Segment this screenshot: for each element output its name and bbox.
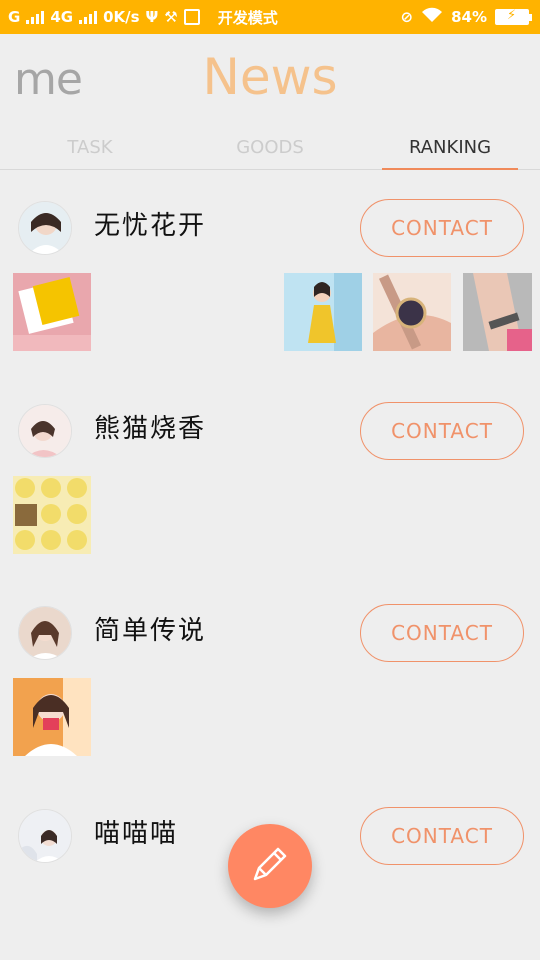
post-photo[interactable] bbox=[13, 273, 91, 351]
signal-icon bbox=[26, 10, 45, 24]
status-left: G 4G 0K/s Ψ ⚒ 开发模式 bbox=[8, 7, 278, 28]
debug-icon bbox=[183, 9, 200, 25]
tab-ranking[interactable]: RANKING bbox=[360, 126, 540, 170]
tab-goods[interactable]: GOODS bbox=[180, 126, 360, 169]
contact-button[interactable]: CONTACT bbox=[360, 402, 524, 460]
post-photo[interactable] bbox=[284, 273, 362, 351]
network-label: 4G bbox=[50, 8, 74, 26]
user-name: 无忧花开 bbox=[94, 211, 207, 241]
battery-icon bbox=[495, 8, 532, 25]
wifi-icon bbox=[421, 7, 443, 27]
contact-button[interactable]: CONTACT bbox=[360, 807, 524, 865]
user-name: 简单传说 bbox=[94, 616, 207, 646]
user-name: 熊猫烧香 bbox=[94, 414, 207, 444]
avatar[interactable] bbox=[18, 606, 72, 660]
user-name: 喵喵喵 bbox=[94, 819, 179, 849]
avatar[interactable] bbox=[18, 809, 72, 863]
avatar[interactable] bbox=[18, 404, 72, 458]
post-photo[interactable] bbox=[463, 273, 532, 351]
network-speed: 0K/s bbox=[103, 8, 140, 26]
signal-4g-icon bbox=[79, 10, 98, 24]
post-photo[interactable] bbox=[13, 678, 91, 756]
tools-icon: ⚒ bbox=[164, 8, 178, 26]
contact-button[interactable]: CONTACT bbox=[360, 199, 524, 257]
tab-task[interactable]: TASK bbox=[0, 126, 180, 169]
mute-icon: ⊘ bbox=[400, 8, 414, 26]
post-photo[interactable] bbox=[13, 476, 91, 554]
status-right: ⊘ 84% bbox=[401, 7, 532, 27]
carrier-label: G bbox=[8, 8, 21, 26]
avatar[interactable] bbox=[18, 201, 72, 255]
usb-icon: Ψ bbox=[145, 8, 159, 26]
developer-mode-label: 开发模式 bbox=[217, 8, 278, 27]
pencil-icon bbox=[245, 839, 295, 893]
app-header: me News bbox=[0, 34, 540, 126]
compose-button[interactable] bbox=[228, 824, 312, 908]
contact-button[interactable]: CONTACT bbox=[360, 604, 524, 662]
page-title: News bbox=[202, 48, 338, 106]
battery-percent: 84% bbox=[451, 8, 487, 26]
post-photo[interactable] bbox=[373, 273, 451, 351]
tab-bar: TASK GOODS RANKING bbox=[0, 126, 540, 170]
status-bar: G 4G 0K/s Ψ ⚒ 开发模式 ⊘ 84% bbox=[0, 0, 540, 34]
